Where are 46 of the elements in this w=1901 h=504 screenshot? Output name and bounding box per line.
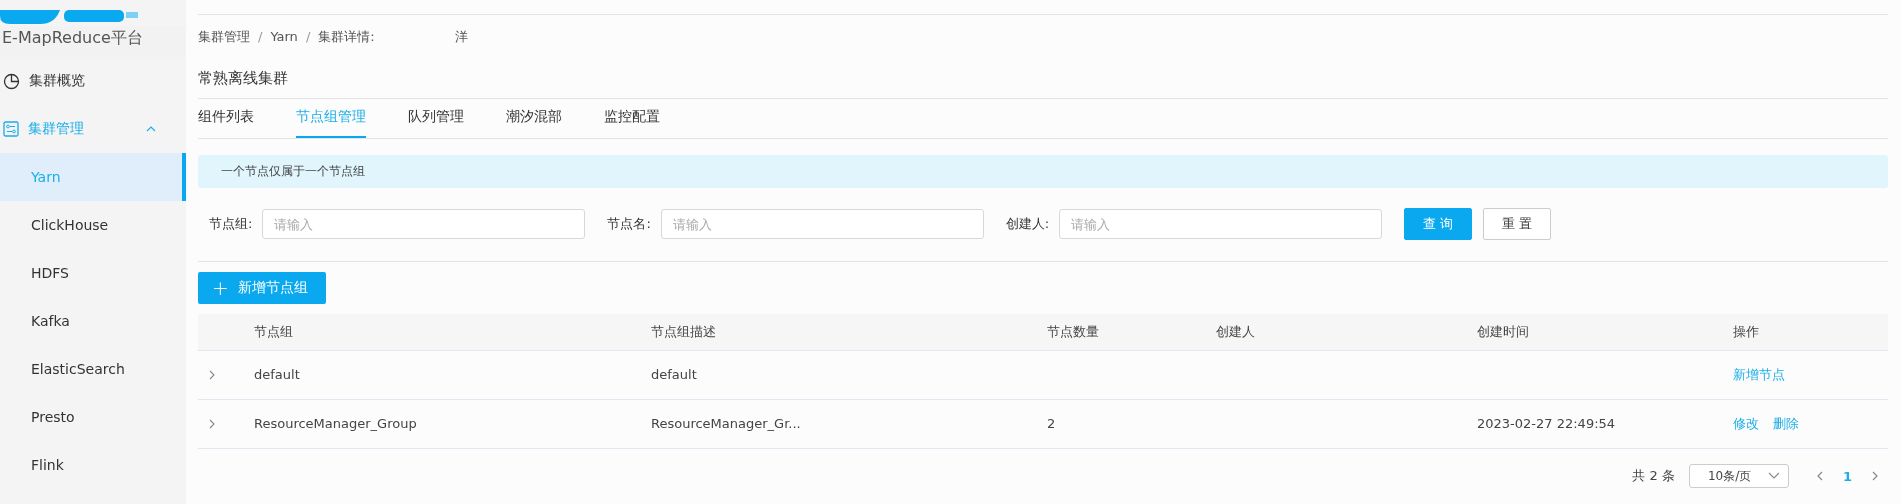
reset-button[interactable]: 重 置 xyxy=(1483,208,1552,241)
sidebar-item[interactable]: ElasticSearch xyxy=(0,345,186,393)
dropdown-caret-icon xyxy=(1767,472,1780,481)
table-cell-text: 2 xyxy=(1046,416,1057,432)
page-title: 常熟离线集群 xyxy=(198,58,1888,99)
column-header: 操作 xyxy=(1732,322,1760,341)
table-cell-text: 2023-02-27 22:49:54 xyxy=(1476,416,1617,432)
tab[interactable]: 监控配置 xyxy=(604,98,660,139)
breadcrumb-separator: / xyxy=(305,29,311,45)
breadcrumb-item: 洋 xyxy=(454,27,468,46)
chevron-icon xyxy=(146,124,156,134)
input-field[interactable]: 请输入 xyxy=(262,209,586,240)
filter-label: 节点组: xyxy=(209,215,253,234)
column-header: 创建人 xyxy=(1215,322,1256,341)
column-header: 节点组描述 xyxy=(650,322,717,341)
total-count: 共 2 条 xyxy=(1632,467,1675,486)
pie-chart-icon xyxy=(3,72,20,90)
next-page-button[interactable] xyxy=(1870,471,1880,482)
info-alert: 一个节点仅属于一个节点组 xyxy=(198,155,1888,188)
sidebar-item[interactable]: Presto xyxy=(0,393,186,441)
table-cell-text: ResourceManager_Gr... xyxy=(650,416,802,432)
sidebar-item[interactable]: ClickHouse xyxy=(0,201,186,249)
chevron-right-icon xyxy=(1870,471,1880,482)
sidebar-item[interactable]: Flink xyxy=(0,441,186,489)
page-size-select[interactable]: 10条/页 xyxy=(1688,464,1789,489)
tab[interactable]: 潮汐混部 xyxy=(506,98,562,139)
breadcrumb-item[interactable]: Yarn xyxy=(270,29,298,45)
table-cell-text: default xyxy=(253,367,301,383)
breadcrumb-separator: / xyxy=(258,29,263,45)
table-cell-text: ResourceManager_Group xyxy=(253,416,418,432)
tab[interactable]: 队列管理 xyxy=(408,98,464,139)
input-field[interactable]: 请输入 xyxy=(1059,209,1383,240)
breadcrumb-item[interactable]: 集群详情: xyxy=(318,27,375,46)
breadcrumb-item[interactable]: 集群管理 xyxy=(198,27,250,46)
column-header: 节点组 xyxy=(253,322,294,341)
filter-label: 节点名: xyxy=(607,215,651,234)
filter-label: 创建人: xyxy=(1005,215,1050,234)
column-header: 节点数量 xyxy=(1046,322,1100,341)
input-field[interactable]: 请输入 xyxy=(660,209,984,240)
table-cell-text: default xyxy=(650,367,698,383)
sidebar-item[interactable]: 集群概览 xyxy=(0,57,186,105)
sidebar-item[interactable]: HDFS xyxy=(0,249,186,297)
tab[interactable]: 组件列表 xyxy=(198,98,254,139)
column-header: 创建时间 xyxy=(1476,322,1530,341)
sidebar-item[interactable]: Kafka xyxy=(0,297,186,345)
settings-panel-icon xyxy=(3,121,19,137)
